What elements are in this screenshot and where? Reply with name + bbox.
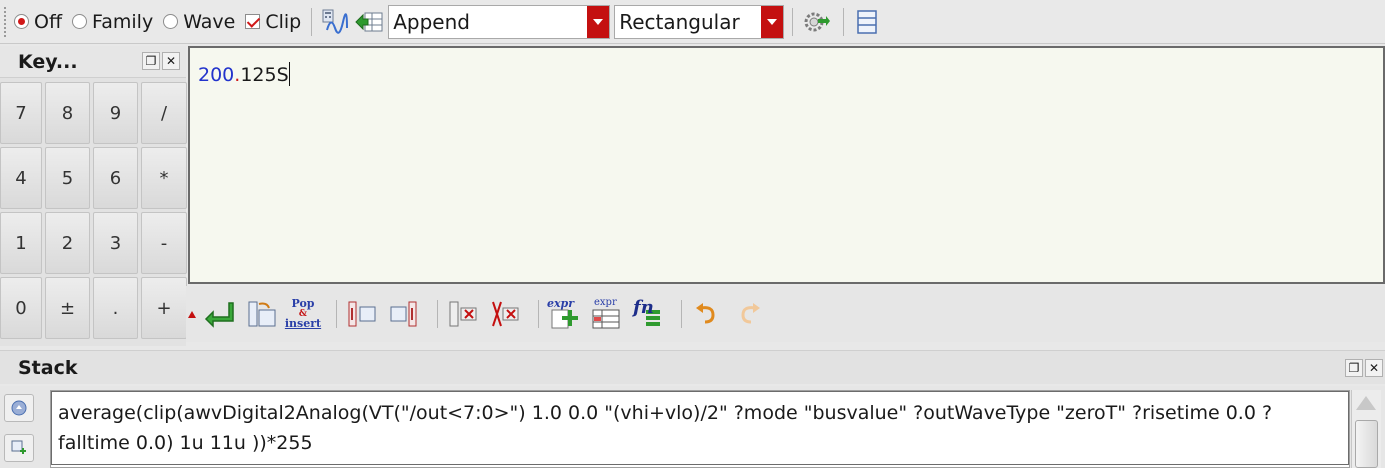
key-multiply[interactable]: * bbox=[141, 147, 187, 209]
clip-checkbox[interactable]: Clip bbox=[245, 11, 301, 33]
keypad-title: Key... bbox=[18, 50, 78, 73]
mode-select[interactable]: Append bbox=[388, 4, 611, 39]
expr-add-icon[interactable]: expr bbox=[547, 297, 581, 331]
main-toolbar: Off Family Wave Clip Append Rectangular bbox=[0, 0, 1385, 44]
key-9[interactable]: 9 bbox=[93, 82, 138, 144]
key-7[interactable]: 7 bbox=[0, 82, 42, 144]
toolbar-separator bbox=[311, 7, 313, 36]
stack-header: Stack ❐ ✕ bbox=[0, 350, 1385, 384]
editor-number-int: 200 bbox=[198, 64, 235, 86]
toolbar-separator bbox=[336, 300, 337, 328]
radio-off-indicator[interactable] bbox=[14, 14, 29, 29]
radio-wave[interactable]: Wave bbox=[163, 11, 235, 33]
key-8[interactable]: 8 bbox=[45, 82, 90, 144]
key-0[interactable]: 0 bbox=[0, 277, 42, 339]
toolbar-expand-icon[interactable] bbox=[188, 310, 196, 318]
keypad-header: Key... ❐ ✕ bbox=[0, 46, 186, 78]
stack-list[interactable]: average(clip(awvDigital2Analog(VT("/out<… bbox=[50, 390, 1350, 468]
expression-editor[interactable]: 200.125S bbox=[188, 46, 1385, 284]
function-list-icon[interactable]: fn bbox=[631, 297, 665, 331]
delete-all-icon[interactable] bbox=[488, 297, 522, 331]
keypad-grid: 7 8 9 / 4 5 6 * 1 2 3 - 0 ± . + bbox=[0, 82, 187, 339]
toolbar-separator bbox=[538, 300, 539, 328]
key-6[interactable]: 6 bbox=[93, 147, 138, 209]
calculator-wave-icon[interactable] bbox=[320, 7, 350, 37]
toolbar-separator bbox=[792, 7, 794, 36]
toolbar-grip[interactable] bbox=[4, 6, 10, 37]
stack-item[interactable]: average(clip(awvDigital2Analog(VT("/out<… bbox=[51, 391, 1349, 465]
radio-off-label: Off bbox=[34, 10, 63, 33]
key-5[interactable]: 5 bbox=[45, 147, 90, 209]
key-minus[interactable]: - bbox=[141, 212, 187, 274]
expr-table-icon[interactable]: expr bbox=[589, 297, 623, 331]
pop-label: Pop bbox=[291, 297, 315, 310]
expr-add-label: expr bbox=[547, 297, 575, 310]
toolbar-separator bbox=[843, 7, 845, 36]
toolbar-separator bbox=[437, 300, 438, 328]
key-3[interactable]: 3 bbox=[93, 212, 138, 274]
delete-icon[interactable] bbox=[446, 297, 480, 331]
stack-side-tools bbox=[4, 394, 40, 468]
undo-icon[interactable] bbox=[690, 297, 724, 331]
push-icon bbox=[11, 440, 26, 454]
clip-checkbox-label: Clip bbox=[265, 10, 302, 33]
function-label: fn bbox=[633, 297, 654, 318]
radio-family-indicator[interactable] bbox=[72, 14, 88, 29]
key-4[interactable]: 4 bbox=[0, 147, 42, 209]
stack-scrollbar[interactable] bbox=[1351, 390, 1381, 468]
pop-insert-icon[interactable]: Pop & insert bbox=[284, 297, 322, 331]
expr-table-label: expr bbox=[594, 297, 617, 308]
text-caret bbox=[288, 62, 290, 86]
restore-icon[interactable]: ❐ bbox=[1345, 359, 1363, 377]
radio-family-label: Family bbox=[92, 10, 154, 33]
scroll-thumb[interactable] bbox=[1355, 420, 1378, 468]
redo-icon[interactable] bbox=[732, 297, 766, 331]
radio-wave-label: Wave bbox=[183, 10, 236, 33]
chevron-down-icon[interactable] bbox=[587, 5, 610, 38]
swap-icon[interactable] bbox=[244, 297, 278, 331]
enter-icon[interactable] bbox=[202, 297, 236, 331]
editor-toolbar: Pop & insert expr expr fn bbox=[186, 286, 1385, 342]
editor-number-frac: 125S bbox=[240, 64, 289, 86]
stack-pop-button[interactable] bbox=[4, 394, 34, 422]
key-plus[interactable]: + bbox=[141, 277, 187, 339]
editor-text[interactable]: 200.125S bbox=[198, 62, 290, 86]
chevron-down-icon[interactable] bbox=[761, 5, 784, 38]
key-1[interactable]: 1 bbox=[0, 212, 42, 274]
key-decimal[interactable]: . bbox=[93, 277, 138, 339]
key-divide[interactable]: / bbox=[141, 82, 187, 144]
insert-after-icon[interactable] bbox=[387, 297, 421, 331]
insert-label: insert bbox=[284, 317, 322, 330]
toolbar-separator bbox=[681, 300, 682, 328]
key-plus-minus[interactable]: ± bbox=[45, 277, 90, 339]
radio-wave-indicator[interactable] bbox=[163, 14, 179, 29]
clip-checkbox-indicator[interactable] bbox=[245, 14, 261, 29]
insert-before-icon[interactable] bbox=[345, 297, 379, 331]
key-2[interactable]: 2 bbox=[45, 212, 90, 274]
shape-select-value: Rectangular bbox=[619, 9, 740, 34]
stack-list-icon[interactable] bbox=[852, 7, 882, 37]
close-icon[interactable]: ✕ bbox=[1365, 359, 1383, 377]
settings-gear-icon[interactable] bbox=[801, 7, 831, 37]
scroll-up-icon[interactable] bbox=[1352, 390, 1380, 416]
shape-select[interactable]: Rectangular bbox=[614, 4, 785, 39]
radio-off[interactable]: Off bbox=[14, 11, 62, 33]
close-icon[interactable]: ✕ bbox=[162, 52, 180, 70]
stack-panel: average(clip(awvDigital2Analog(VT("/out<… bbox=[0, 386, 1385, 468]
radio-family[interactable]: Family bbox=[72, 11, 153, 33]
keypad-panel: Key... ❐ ✕ 7 8 9 / 4 5 6 * 1 2 3 - 0 ± .… bbox=[0, 46, 187, 346]
circle-arrow-icon bbox=[11, 400, 27, 416]
stack-push-button[interactable] bbox=[4, 434, 34, 462]
stack-title: Stack bbox=[18, 356, 78, 379]
mode-select-value: Append bbox=[393, 9, 470, 34]
restore-icon[interactable]: ❐ bbox=[142, 52, 160, 70]
send-to-table-icon[interactable] bbox=[354, 7, 384, 37]
